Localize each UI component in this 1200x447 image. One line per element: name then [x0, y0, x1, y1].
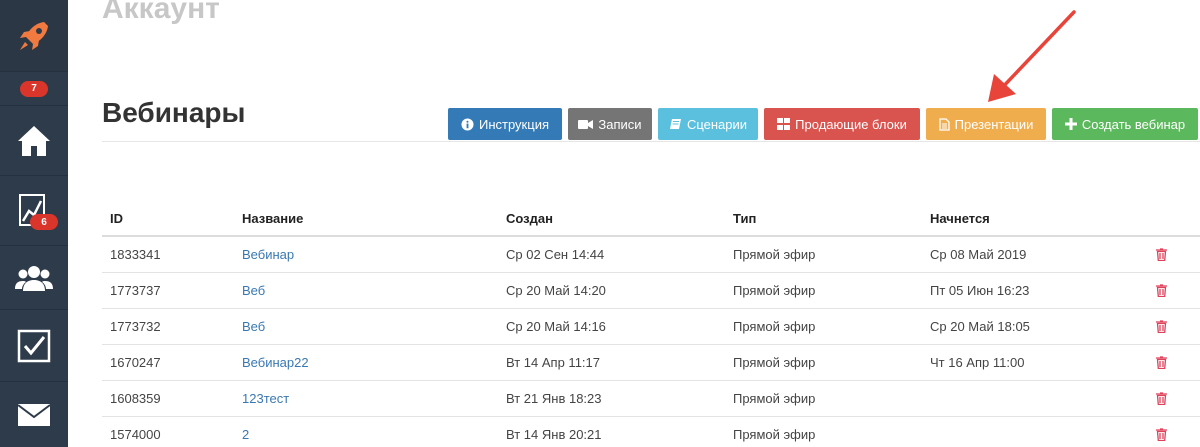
- row-id: 1608359: [110, 391, 161, 406]
- row-starts: Чт 16 Апр 11:00: [930, 355, 1025, 370]
- video-camera-icon: [578, 119, 594, 129]
- scenarios-button[interactable]: Сценарии: [658, 108, 758, 140]
- plus-icon: [1064, 118, 1077, 130]
- row-created: Вт 21 Янв 18:23: [506, 391, 602, 406]
- presentations-label: Презентации: [954, 116, 1034, 132]
- row-name-link[interactable]: Веб: [234, 283, 498, 298]
- sidebar-item-mail[interactable]: [0, 382, 68, 447]
- row-created: Ср 20 Май 14:20: [506, 283, 606, 298]
- row-type: Прямой эфир: [733, 319, 816, 334]
- row-id: 1574000: [110, 427, 161, 442]
- row-created: Ср 20 Май 14:16: [506, 319, 606, 334]
- row-name-link[interactable]: Вебинар22: [234, 355, 498, 370]
- scenarios-label: Сценарии: [686, 116, 748, 132]
- annotation-arrow-icon: [988, 10, 1076, 102]
- row-created: Ср 02 Сен 14:44: [506, 247, 605, 262]
- sidebar-item-logo[interactable]: [0, 0, 68, 72]
- home-icon: [18, 125, 50, 156]
- table-row: 1608359 123тест Вт 21 Янв 18:23 Прямой э…: [102, 381, 1200, 417]
- row-actions: [1122, 320, 1200, 333]
- page-title: Аккаунт: [102, 0, 220, 25]
- checkbox-icon: [17, 329, 51, 362]
- trash-icon[interactable]: [1155, 248, 1167, 261]
- row-starts: Пт 05 Июн 16:23: [930, 283, 1030, 298]
- sidebar-item-tasks[interactable]: [0, 310, 68, 382]
- selling-blocks-label: Продающие блоки: [795, 116, 907, 132]
- sidebar-item-notifications[interactable]: 7: [0, 72, 68, 106]
- row-actions: [1122, 284, 1200, 297]
- row-id: 1670247: [110, 355, 161, 370]
- row-actions: [1122, 356, 1200, 369]
- header-starts: Начнется: [930, 211, 990, 226]
- table-row: 1773737 Веб Ср 20 Май 14:20 Прямой эфир …: [102, 273, 1200, 309]
- title-divider: [102, 141, 1200, 142]
- records-label: Записи: [598, 116, 642, 132]
- row-id: 1773732: [110, 319, 161, 334]
- presentations-button[interactable]: Презентации: [926, 108, 1046, 140]
- row-type: Прямой эфир: [733, 391, 816, 406]
- row-starts: Ср 20 Май 18:05: [930, 319, 1030, 334]
- row-name-link[interactable]: Вебинар: [234, 247, 498, 262]
- header-created: Создан: [506, 211, 553, 226]
- stats-badge: 6: [30, 214, 58, 230]
- row-id: 1833341: [110, 247, 161, 262]
- row-name-link[interactable]: 123тест: [234, 391, 498, 406]
- row-type: Прямой эфир: [733, 427, 816, 442]
- table-header: ID Название Создан Тип Начнется: [102, 202, 1200, 237]
- users-icon: [15, 265, 53, 291]
- book-icon: [669, 119, 681, 129]
- instruction-label: Инструкция: [479, 116, 549, 132]
- row-type: Прямой эфир: [733, 283, 816, 298]
- rocket-icon: [20, 21, 48, 50]
- notifications-badge: 7: [20, 80, 48, 97]
- th-large-icon: [777, 118, 791, 130]
- row-actions: [1122, 248, 1200, 261]
- mail-icon: [17, 403, 51, 426]
- row-created: Вт 14 Янв 20:21: [506, 427, 602, 442]
- trash-icon[interactable]: [1155, 356, 1167, 369]
- trash-icon[interactable]: [1155, 320, 1167, 333]
- row-actions: [1122, 392, 1200, 405]
- sidebar-item-stats[interactable]: 6: [0, 176, 68, 246]
- trash-icon[interactable]: [1155, 284, 1167, 297]
- row-created: Вт 14 Апр 11:17: [506, 355, 600, 370]
- header-type: Тип: [733, 211, 757, 226]
- sidebar: 7 6: [0, 0, 68, 447]
- trash-icon[interactable]: [1155, 392, 1167, 405]
- row-id: 1773737: [110, 283, 161, 298]
- table-row: 1574000 2 Вт 14 Янв 20:21 Прямой эфир: [102, 417, 1200, 447]
- row-type: Прямой эфир: [733, 247, 816, 262]
- create-webinar-button[interactable]: Создать вебинар: [1052, 108, 1198, 140]
- sidebar-item-home[interactable]: [0, 106, 68, 176]
- table-row: 1833341 Вебинар Ср 02 Сен 14:44 Прямой э…: [102, 237, 1200, 273]
- row-actions: [1122, 428, 1200, 441]
- sidebar-item-users[interactable]: [0, 246, 68, 310]
- header-name: Название: [242, 211, 304, 226]
- row-type: Прямой эфир: [733, 355, 816, 370]
- info-icon: [461, 117, 474, 131]
- row-name-link[interactable]: Веб: [234, 319, 498, 334]
- row-starts: Ср 08 Май 2019: [930, 247, 1027, 262]
- create-webinar-label: Создать вебинар: [1081, 116, 1186, 132]
- table-row: 1670247 Вебинар22 Вт 14 Апр 11:17 Прямой…: [102, 345, 1200, 381]
- file-text-icon: [938, 117, 950, 131]
- header-id: ID: [110, 211, 123, 226]
- records-button[interactable]: Записи: [568, 108, 652, 140]
- section-title: Вебинары: [102, 97, 246, 128]
- selling-blocks-button[interactable]: Продающие блоки: [764, 108, 920, 140]
- webinars-table: ID Название Создан Тип Начнется 1833341 …: [102, 202, 1200, 447]
- trash-icon[interactable]: [1155, 428, 1167, 441]
- instruction-button[interactable]: Инструкция: [448, 108, 562, 140]
- table-row: 1773732 Веб Ср 20 Май 14:16 Прямой эфир …: [102, 309, 1200, 345]
- row-name-link[interactable]: 2: [234, 427, 498, 442]
